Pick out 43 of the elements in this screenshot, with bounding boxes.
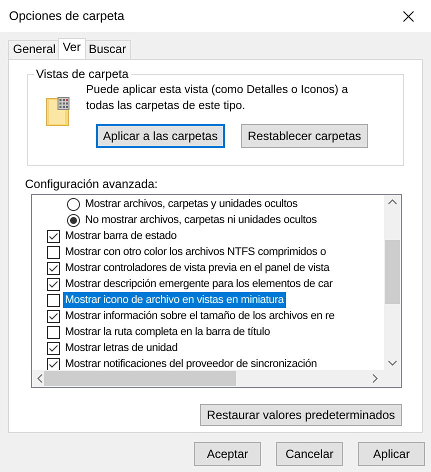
checkbox[interactable] <box>47 278 60 290</box>
checkbox[interactable] <box>47 358 60 370</box>
description-text: Puede aplicar esta vista (como Detalles o Iconos) a todas las carpetas de este tipo. <box>86 83 350 114</box>
setting-label[interactable]: Mostrar barra de estado <box>63 228 179 244</box>
setting-label[interactable]: Mostrar información sobre el tamaño de los archivos en re <box>63 308 336 324</box>
radio-button[interactable] <box>67 214 80 226</box>
setting-label[interactable]: Mostrar con otro color los archivos NTFS comprimidos o <box>63 244 328 260</box>
checkbox[interactable] <box>47 262 60 274</box>
radio-button[interactable] <box>67 198 80 210</box>
checkbox[interactable] <box>47 342 60 354</box>
vertical-scrollbar[interactable] <box>384 195 401 370</box>
section-label: Configuración avanzada: <box>25 177 159 191</box>
setting-label[interactable]: Mostrar icono de archivo en vistas en miniatura <box>63 292 286 308</box>
setting-label[interactable]: Mostrar letras de unidad <box>63 340 180 356</box>
scroll-left-icon[interactable] <box>37 374 43 383</box>
tab[interactable]: General <box>8 40 61 59</box>
setting-label[interactable]: Mostrar controladores de vista previa en el panel de vista <box>63 260 332 276</box>
tab[interactable]: Ver <box>58 38 86 59</box>
dialog-button[interactable]: Cancelar <box>276 442 343 466</box>
setting-label[interactable]: No mostrar archivos, carpetas ni unidades ocultos <box>83 212 319 228</box>
group-title: Vistas de carpeta <box>34 67 131 81</box>
scroll-up-icon[interactable] <box>388 199 397 205</box>
horizontal-scrollbar[interactable] <box>32 370 401 387</box>
dialog-button[interactable]: Aplicar <box>358 442 425 466</box>
button[interactable]: Restablecer carpetas <box>240 124 368 148</box>
setting-label[interactable]: Mostrar descripción emergente para los elementos de car <box>63 276 334 292</box>
checkbox[interactable] <box>47 294 60 306</box>
scroll-right-icon[interactable] <box>372 374 378 383</box>
dialog-button[interactable]: Aceptar <box>194 442 261 466</box>
folder-icon <box>46 97 70 127</box>
tab[interactable]: Buscar <box>84 40 132 59</box>
button[interactable]: Aplicar a las carpetas <box>96 124 225 148</box>
setting-label[interactable]: Mostrar la ruta completa en la barra de título <box>63 324 272 340</box>
scroll-down-icon[interactable] <box>388 360 397 366</box>
restore-defaults-button[interactable]: Restaurar valores predeterminados <box>200 404 402 426</box>
setting-label[interactable]: Mostrar archivos, carpetas y unidades ocultos <box>83 196 300 212</box>
setting-label[interactable]: Mostrar notificaciones del proveedor de sincronización <box>63 356 319 372</box>
window-title: Opciones de carpeta <box>9 8 124 25</box>
checkbox[interactable] <box>47 326 60 338</box>
checkbox[interactable] <box>47 230 60 242</box>
checkbox[interactable] <box>47 246 60 258</box>
close-icon[interactable] <box>402 10 414 22</box>
checkbox[interactable] <box>47 310 60 322</box>
